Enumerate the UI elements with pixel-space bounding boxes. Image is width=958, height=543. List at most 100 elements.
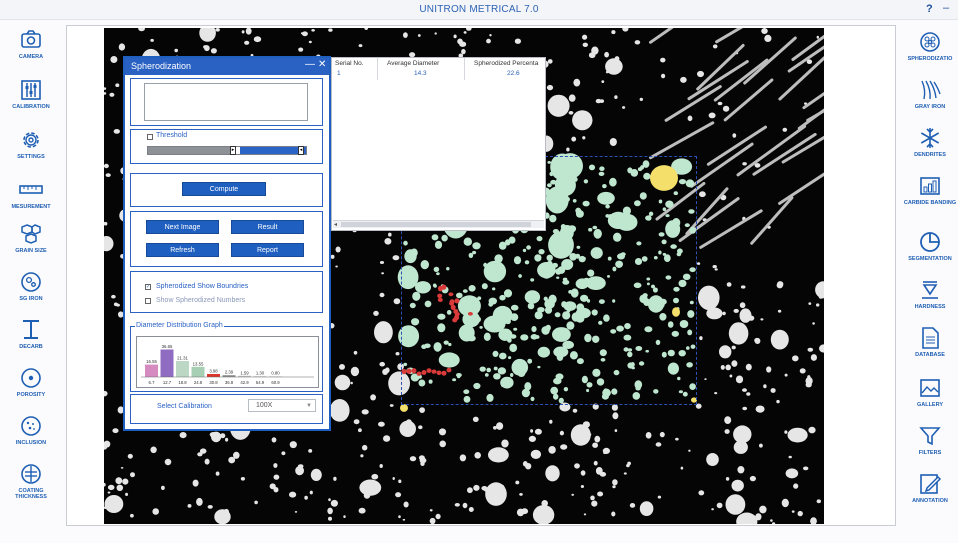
nodule [816,35,819,39]
calibration-select[interactable]: 100X ▼ [248,399,316,412]
compute-button[interactable]: Compute [182,182,266,196]
nodule [568,94,576,102]
slider-handle-max[interactable]: ◂ [298,146,304,155]
nodule [731,345,736,350]
tool-label: SPHERODIZATIO [907,56,953,62]
nodule [240,477,245,481]
tool-filters[interactable]: FILTERS [902,424,958,456]
image-icon [902,376,958,402]
nodule [614,95,618,99]
report-button[interactable]: Report [231,243,304,257]
threshold-slider[interactable]: ▸ ◂ [147,146,307,155]
scroll-left-icon[interactable]: ◂ [334,221,337,228]
nodule [742,388,747,392]
nodule [308,449,313,453]
nodule [210,48,217,54]
result-button[interactable]: Result [231,220,304,234]
tool-inclusion[interactable]: INCLUSION [3,414,59,446]
tool-database[interactable]: DATABASE [902,326,958,358]
nodule [474,452,482,459]
dialog-minimize-button[interactable]: — [305,59,315,70]
tool-measurement[interactable]: MESUREMENT [3,178,59,210]
nodule [634,40,641,45]
tool-label: GRAY IRON [914,104,946,110]
nodule [698,285,720,310]
nodule [793,483,799,489]
column-header: Serial No. [335,60,364,67]
results-table: Serial No. Average Diameter Spherodized … [331,57,546,231]
tool-segmentation[interactable]: SEGMENTATION [902,230,958,262]
nodule [115,83,120,87]
nodule [473,484,480,491]
tool-carbide-banding[interactable]: CARBIDE BANDING [902,174,958,206]
nodule [711,508,714,511]
nodule [614,56,620,62]
tool-annotation[interactable]: ANNOTATION [902,472,958,504]
spherodization-dialog: Spherodization — ✕ Threshold ▸ ◂ Compute… [123,56,331,431]
nodule [590,495,595,501]
slider-handle-min[interactable]: ▸ [230,146,236,155]
dialog-close-button[interactable]: ✕ [318,59,326,70]
show-boundaries-checkbox[interactable]: ✓ [145,284,151,290]
tool-calibration[interactable]: CALIBRATION [3,78,59,110]
tool-coating-thickness[interactable]: COATING THICKNESS [3,462,59,500]
nodule [799,368,806,374]
help-button[interactable]: ? [926,3,933,15]
nodule [273,463,278,468]
nodule [395,352,400,356]
tool-decarb[interactable]: DECARB [3,318,59,350]
threshold-checkbox[interactable] [147,134,153,140]
tool-hardness[interactable]: HARDNESS [902,278,958,310]
nodule [339,364,345,370]
nodule [310,468,322,481]
tool-dendrites[interactable]: DENDRITES [902,126,958,158]
nodule [760,318,764,321]
tool-camera[interactable]: CAMERA [3,28,59,60]
nodule [435,513,441,520]
nodule [328,28,333,32]
nodule [398,479,402,484]
horizontal-scrollbar[interactable]: ◂ [333,220,544,228]
chart-bar [160,349,174,377]
show-numbers-checkbox[interactable] [145,298,151,304]
nodule [574,463,580,469]
tool-spherodization[interactable]: SPHERODIZATIO [902,30,958,62]
minimize-button[interactable]: – [943,2,949,14]
nodule [746,392,751,396]
tool-porosity[interactable]: POROSITY [3,366,59,398]
funnel-icon [902,424,958,450]
tool-gallery[interactable]: GALLERY [902,376,958,408]
nodule [719,345,732,359]
nodule [244,40,250,45]
dialog-titlebar[interactable]: Spherodization — ✕ [125,58,329,75]
next-image-button[interactable]: Next Image [146,220,219,234]
nodule [333,476,337,481]
nodule [740,285,746,289]
tool-gray-iron[interactable]: GRAY IRON [902,78,958,110]
nodule [591,500,598,507]
column-divider [377,58,378,80]
nodule [588,52,596,59]
nodule [714,392,718,395]
scrollbar-thumb[interactable] [341,222,531,227]
nodule [109,92,115,97]
nodule [547,59,553,64]
indenter-icon [902,278,958,304]
nodule [125,492,129,496]
nodule [803,466,809,471]
tool-settings[interactable]: SETTINGS [3,128,59,160]
nodule [214,509,231,524]
tool-sg-iron[interactable]: SG IRON [3,270,59,302]
nodule [745,363,752,371]
nodule [334,374,351,391]
nodule [438,428,447,436]
tool-grain-size[interactable]: GRAIN SIZE [3,222,59,254]
nodule [330,254,335,259]
refresh-button[interactable]: Refresh [146,243,219,257]
nodule [199,448,207,454]
nodule [409,456,417,462]
table-cell: 14.3 [414,70,427,77]
nodule [203,45,208,49]
nodule [759,443,763,448]
nodule [127,453,133,459]
